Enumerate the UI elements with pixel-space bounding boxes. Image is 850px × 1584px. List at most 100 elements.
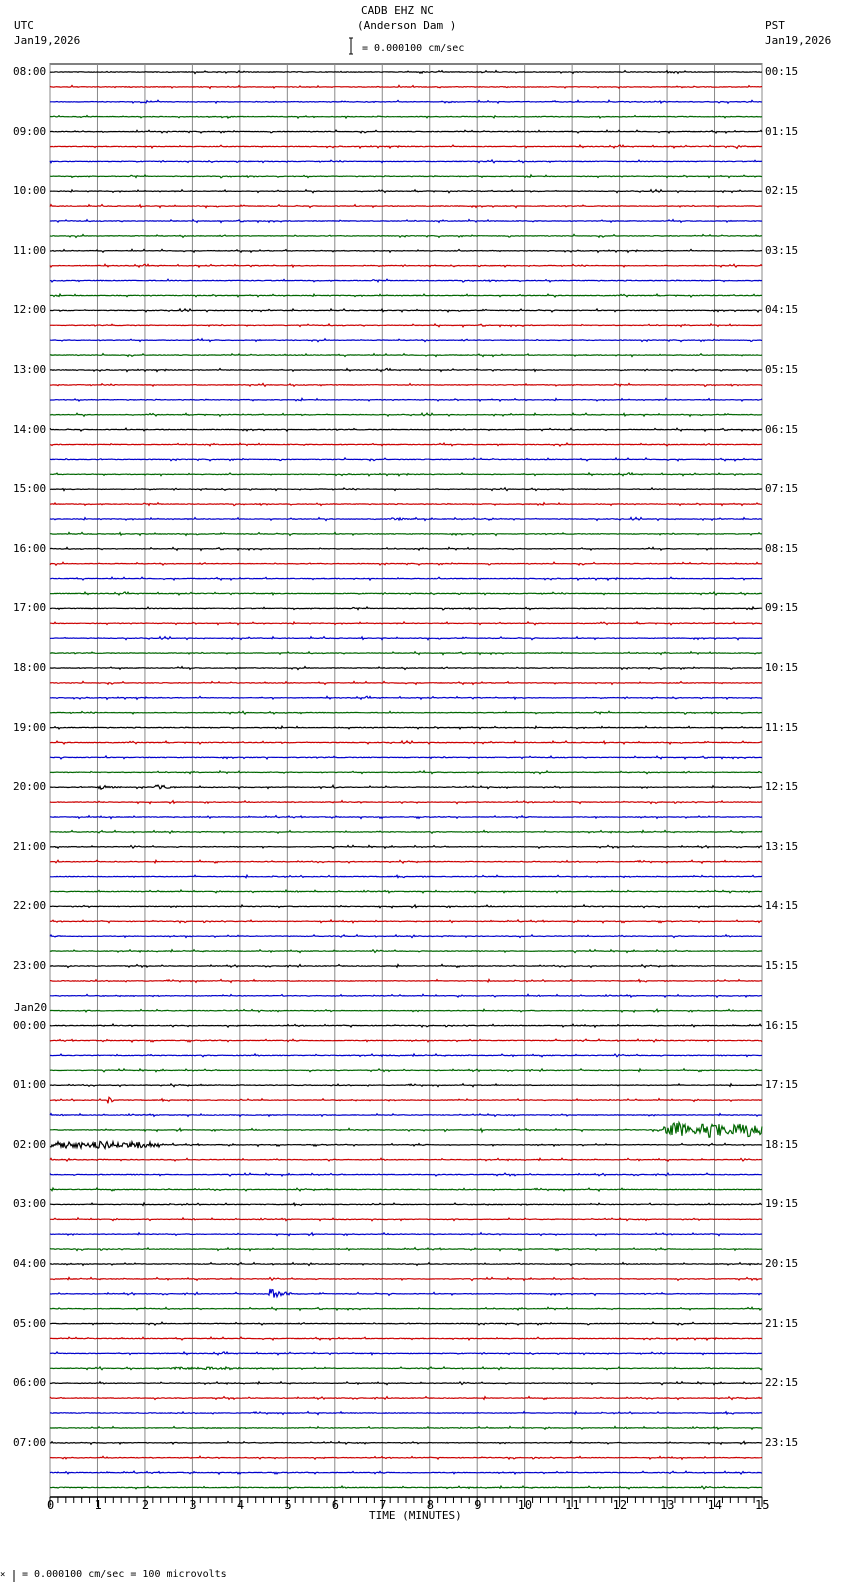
seismic-trace [49,114,763,120]
seismic-trace [49,754,763,761]
seismic-trace [49,337,762,343]
seismic-trace [49,903,762,909]
seismic-trace [50,248,762,254]
seismic-trace [49,1120,763,1138]
seismic-trace [49,411,763,418]
seismic-trace [49,680,763,686]
seismic-trace [50,456,763,462]
seismic-trace [49,158,763,164]
seismic-trace [49,1096,763,1104]
seismic-trace [49,173,762,179]
seismic-trace [49,143,763,150]
seismic-trace [49,263,763,269]
utc-hour-label: 16:00 [13,541,47,555]
seismic-trace [49,783,763,791]
pst-hour-label: 04:15 [765,303,799,317]
x-tick-label: 11 [565,1498,580,1512]
pst-hour-label: 00:15 [765,65,799,78]
seismic-trace [49,948,763,954]
pst-hour-label: 02:15 [765,184,799,198]
utc-hour-label: 05:00 [13,1316,47,1330]
seismic-trace [50,367,762,373]
seismic-trace [49,129,763,135]
pst-hour-label: 15:15 [765,959,799,972]
x-tick-label: 14 [707,1498,722,1512]
seismic-trace [49,307,762,314]
seismic-trace [49,769,762,775]
x-tick-label: 7 [379,1498,387,1512]
seismic-trace [49,99,763,105]
seismic-trace [49,1395,763,1401]
seismic-trace [49,1246,763,1252]
seismic-trace [49,1288,763,1299]
seismic-trace [49,993,763,999]
pst-hour-label: 10:15 [765,661,799,674]
pst-hour-label: 16:15 [765,1018,799,1032]
pst-hour-label: 09:15 [765,601,799,615]
x-tick-label: 12 [612,1498,628,1512]
x-tick-label: 3 [189,1498,197,1512]
seismic-trace [49,576,763,582]
seismic-trace [50,1276,763,1282]
x-tick-label: 13 [660,1498,675,1512]
utc-hour-label: 04:00 [13,1257,47,1270]
seismic-trace [49,1425,763,1431]
seismic-trace [49,724,762,730]
seismic-trace [49,1082,763,1088]
x-tick-label: 8 [426,1498,434,1512]
seismic-trace [49,829,763,835]
seismic-trace [49,1410,763,1416]
seismic-trace [49,1022,762,1029]
seismic-trace [49,1139,763,1151]
utc-hour-label: 13:00 [13,363,47,376]
x-tick-label: 0 [47,1498,55,1512]
seismic-trace [49,292,762,299]
seismic-trace [49,620,763,626]
seismic-trace [49,69,763,75]
seismic-trace [49,218,763,224]
seismic-trace [50,486,762,492]
utc-hour-label: 18:00 [13,661,47,674]
pst-hour-label: 03:15 [765,243,799,257]
plot-frame [49,63,763,1498]
seismic-trace [50,605,763,611]
pst-hour-label: 11:15 [765,720,799,734]
utc-hour-label: 07:00 [13,1435,47,1449]
utc-hour-label: 06:00 [13,1376,47,1390]
seismic-trace [49,918,763,924]
seismic-trace [49,695,762,701]
seismic-trace [50,844,763,850]
seismic-trace [49,441,763,447]
seismic-trace [49,188,763,194]
utc-hour-label: 17:00 [13,601,47,615]
utc-hour-label: 01:00 [13,1078,47,1092]
x-tick-label: 10 [517,1498,533,1512]
seismic-trace [49,635,763,641]
utc-hour-label: 11:00 [13,243,47,257]
pst-hour-label: 22:15 [765,1376,799,1390]
pst-hour-label: 20:15 [765,1257,799,1270]
utc-hour-label: 14:00 [13,422,47,436]
seismic-trace [49,1038,763,1044]
seismic-trace [49,873,763,879]
seismic-trace [49,1172,762,1178]
pst-hour-label: 23:15 [765,1435,799,1449]
seismic-trace [49,561,763,567]
seismic-trace [49,427,763,433]
seismic-trace [50,382,763,388]
seismic-trace [49,1440,763,1446]
x-tick-label: 1 [94,1498,102,1512]
seismic-trace [49,546,762,552]
seismic-trace [49,1067,763,1073]
seismic-trace [49,1186,763,1193]
seismic-trace [50,590,763,597]
seismic-trace [50,501,762,507]
seismic-trace [49,531,762,537]
utc-hour-label: 10:00 [13,184,47,198]
seismic-trace [49,1112,763,1118]
seismic-trace [49,739,763,746]
seismic-trace [49,322,762,328]
x-tick-label: 6 [331,1498,340,1512]
utc-hour-label: 15:00 [13,482,47,496]
seismic-trace [49,352,763,358]
